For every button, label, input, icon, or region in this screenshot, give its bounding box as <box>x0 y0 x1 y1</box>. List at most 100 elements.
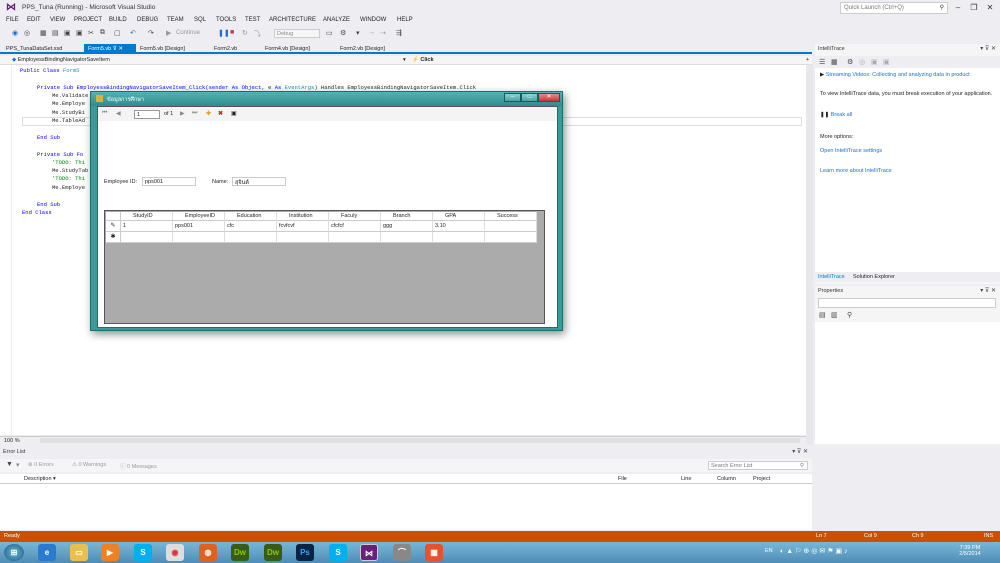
grid-cell[interactable] <box>485 221 537 232</box>
toolbar-options-icon[interactable]: ▾ <box>356 29 360 37</box>
open-icon[interactable]: ▤ <box>52 29 59 37</box>
column-column[interactable]: Column <box>717 476 736 482</box>
filter-icon[interactable]: ▣ <box>871 58 878 66</box>
menu-window[interactable]: WINDOW <box>360 17 386 23</box>
streaming-videos-link[interactable]: ▶ Streaming Videos: Collecting and analy… <box>820 72 970 78</box>
language-indicator[interactable]: EN <box>765 548 773 554</box>
file-explorer-icon[interactable]: ▭ <box>70 544 88 561</box>
grid-icon[interactable]: ▦ <box>831 58 838 66</box>
dreamweaver-2-icon[interactable]: Dw <box>264 544 282 561</box>
system-tray-icon[interactable]: ◐▲⚐⊕◎✉⚑▣♪ <box>780 547 850 555</box>
grid-cell[interactable] <box>173 232 225 243</box>
restart-icon[interactable]: ↻ <box>242 29 248 37</box>
menu-edit[interactable]: EDIT <box>27 17 41 23</box>
edit-row-pencil-icon[interactable]: ✎ <box>106 221 121 232</box>
menu-test[interactable]: TEST <box>245 17 260 23</box>
minimize-button[interactable]: – <box>952 3 964 12</box>
menu-architecture[interactable]: ARCHITECTURE <box>269 17 316 23</box>
grid-cell[interactable]: fcvfcvf <box>277 221 329 232</box>
menu-build[interactable]: BUILD <box>109 17 127 23</box>
error-search-input[interactable]: Search Error List ⚲ <box>708 461 808 470</box>
grid-cell[interactable]: cfcfcf <box>329 221 381 232</box>
move-last-icon[interactable]: ⏭ <box>192 110 197 117</box>
delete-icon[interactable]: ✖ <box>218 110 223 117</box>
member-dropdown[interactable]: ◆ EmployessBindingNavigatorSaveItem <box>12 57 110 63</box>
event-dropdown[interactable]: ⚡ Click <box>412 57 434 63</box>
study-data-grid[interactable]: StudyID EmployeeID Education Institution… <box>104 210 545 324</box>
skype-2-icon[interactable]: S <box>329 544 347 561</box>
editor-vertical-scrollbar[interactable] <box>806 65 813 445</box>
menu-sql[interactable]: SQL <box>194 17 206 23</box>
column-file[interactable]: File <box>618 476 627 482</box>
restore-button[interactable]: ❐ <box>968 3 980 12</box>
grid-cell[interactable]: 1 <box>121 221 173 232</box>
skype-icon[interactable]: S <box>134 544 152 561</box>
visual-studio-icon[interactable]: ⋈ <box>360 544 378 561</box>
grid-cell[interactable] <box>277 232 329 243</box>
form-maximize-button[interactable]: □ <box>521 93 538 102</box>
configuration-dropdown[interactable]: Debug <box>274 29 320 38</box>
copy-icon[interactable]: ⧉ <box>100 29 105 37</box>
tab-form2-vb[interactable]: Form2.vb <box>210 44 241 54</box>
add-new-icon[interactable]: ✚ <box>206 110 211 117</box>
editor-horizontal-scrollbar[interactable] <box>40 438 800 443</box>
menu-team[interactable]: TEAM <box>167 17 184 23</box>
split-icon[interactable]: + <box>806 57 809 63</box>
move-next-icon[interactable]: ▶ <box>180 110 185 117</box>
list-icon[interactable]: ☰ <box>819 58 825 66</box>
platform-icon[interactable]: ▭ <box>326 29 333 37</box>
break-all-link[interactable]: ❚❚ Break all <box>820 112 852 118</box>
alphabetical-icon[interactable]: ▥ <box>831 311 838 319</box>
grid-cell[interactable]: 3.10 <box>433 221 485 232</box>
new-row-asterisk-icon[interactable]: ✱ <box>106 232 121 243</box>
column-project[interactable]: Project <box>753 476 770 482</box>
pin-icon[interactable]: ⊽ ✕ <box>113 46 123 52</box>
dropdown-arrow-icon[interactable]: ▾ <box>16 461 20 469</box>
search-icon[interactable]: ◎ <box>859 58 865 66</box>
quick-launch-input[interactable]: Quick Launch (Ctrl+Q) ⚲ <box>840 2 948 14</box>
running-app-icon[interactable]: ▦ <box>425 544 443 561</box>
panel-buttons-icon[interactable]: ▾ ⊽ ✕ <box>980 45 996 52</box>
column-line[interactable]: Line <box>681 476 691 482</box>
grid-corner[interactable] <box>106 212 121 221</box>
menu-view[interactable]: VIEW <box>50 17 65 23</box>
forward-icon[interactable]: ◎ <box>24 29 30 37</box>
debug-icon[interactable]: ⚙ <box>340 29 346 37</box>
object-selector[interactable] <box>818 298 996 308</box>
learn-more-link[interactable]: Learn more about IntelliTrace <box>820 168 892 174</box>
grid-cell[interactable] <box>433 232 485 243</box>
tab-form2-design[interactable]: Form2.vb [Design] <box>336 44 389 54</box>
grid-cell[interactable] <box>485 232 537 243</box>
menu-file[interactable]: FILE <box>6 17 19 23</box>
menu-tools[interactable]: TOOLS <box>216 17 236 23</box>
stop-icon[interactable]: ■ <box>230 29 234 36</box>
column-header[interactable]: EmployeeID <box>173 212 225 221</box>
save-all-icon[interactable]: ▣ <box>76 29 83 37</box>
column-header[interactable]: Branch <box>381 212 433 221</box>
menu-help[interactable]: HELP <box>397 17 413 23</box>
continue-label[interactable]: Continue <box>176 30 200 36</box>
employee-id-field[interactable]: pps001 <box>142 177 196 186</box>
save-icon[interactable]: ▣ <box>883 58 890 66</box>
form5-title-bar[interactable]: ข้อมูลการศึกษา – □ ✕ <box>91 92 562 106</box>
clock[interactable]: 7:39 PM 2/5/2014 <box>950 545 990 557</box>
dreamweaver-icon[interactable]: Dw <box>231 544 249 561</box>
grid-cell[interactable] <box>121 232 173 243</box>
media-player-icon[interactable]: ▶ <box>101 544 119 561</box>
position-input[interactable]: 1 <box>134 110 160 119</box>
grid-cell[interactable] <box>329 232 381 243</box>
continue-icon[interactable]: ▶ <box>166 29 171 37</box>
save-data-icon[interactable]: ▣ <box>231 110 237 117</box>
grid-cell[interactable]: pps001 <box>173 221 225 232</box>
comment-icon[interactable]: ⇶ <box>396 29 402 37</box>
tab-solution-explorer[interactable]: Solution Explorer <box>850 272 898 282</box>
column-header[interactable]: GPA <box>433 212 485 221</box>
tab-form5-vb[interactable]: Form5.vb ⊽ ✕ <box>84 44 136 54</box>
open-settings-link[interactable]: Open IntelliTrace settings <box>820 148 882 154</box>
column-header[interactable]: Faculy <box>329 212 381 221</box>
name-field[interactable]: สุจินต์ <box>232 177 286 186</box>
move-first-icon[interactable]: ⏮ <box>102 110 107 117</box>
step-icon[interactable]: ⤵ <box>254 29 261 39</box>
photoshop-icon[interactable]: Ps <box>296 544 314 561</box>
menu-project[interactable]: PROJECT <box>74 17 102 23</box>
